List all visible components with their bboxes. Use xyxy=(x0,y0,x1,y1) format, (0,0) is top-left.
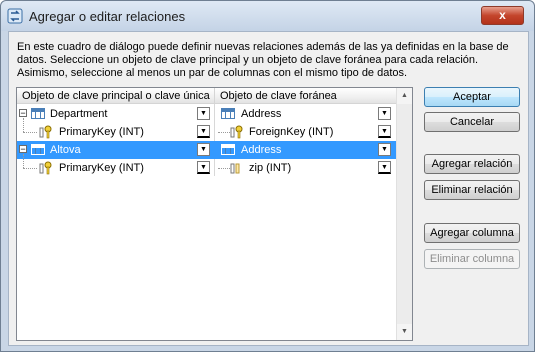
primary-column-label: PrimaryKey (INT) xyxy=(59,162,144,174)
dropdown-arrow-icon[interactable]: ▼ xyxy=(378,125,391,138)
primary-column-cell[interactable]: PrimaryKey (INT) ▼ xyxy=(17,123,214,141)
key-icon xyxy=(39,125,52,139)
primary-object-cell[interactable]: − Department ▼ xyxy=(17,105,214,123)
foreign-column-cell[interactable]: zip (INT) ▼ xyxy=(216,159,396,177)
cancel-button[interactable]: Cancelar xyxy=(424,112,520,132)
dropdown-arrow-icon[interactable]: ▼ xyxy=(197,161,210,174)
foreign-object-cell[interactable]: Address ▼ xyxy=(216,141,396,159)
primary-object-label: Department xyxy=(50,108,108,120)
dropdown-arrow-icon[interactable]: ▼ xyxy=(378,161,391,174)
add-relation-button[interactable]: Agregar relación xyxy=(424,154,520,174)
relation-row-department[interactable]: − Department ▼ Address ▼ xyxy=(17,105,396,123)
dropdown-arrow-icon[interactable]: ▼ xyxy=(197,107,210,120)
header-foreign-key-object[interactable]: Objeto de clave foránea xyxy=(215,88,397,104)
dropdown-arrow-icon[interactable]: ▼ xyxy=(197,125,210,138)
dialog-window: Agregar o editar relaciones x En este cu… xyxy=(0,0,535,352)
scroll-up-arrow-icon[interactable]: ▲ xyxy=(397,88,412,104)
key-icon xyxy=(230,125,243,139)
close-button[interactable]: x xyxy=(481,6,524,25)
table-icon xyxy=(31,108,45,119)
vertical-scrollbar[interactable]: ▲ ▼ xyxy=(396,88,412,340)
accept-button[interactable]: Aceptar xyxy=(424,87,520,107)
foreign-object-label: Address xyxy=(241,108,282,120)
scroll-down-arrow-icon[interactable]: ▼ xyxy=(397,324,412,340)
collapse-icon[interactable]: − xyxy=(19,145,27,154)
dropdown-arrow-icon[interactable]: ▼ xyxy=(378,107,391,120)
relation-row-altova[interactable]: − Altova ▼ Address ▼ xyxy=(17,141,396,159)
table-icon xyxy=(221,144,235,155)
primary-column-label: PrimaryKey (INT) xyxy=(59,126,144,138)
foreign-column-label: zip (INT) xyxy=(249,162,292,174)
dropdown-arrow-icon[interactable]: ▼ xyxy=(197,143,210,156)
collapse-icon[interactable]: − xyxy=(19,109,27,118)
tree-line xyxy=(218,168,230,169)
dialog-body: En este cuadro de diálogo puede definir … xyxy=(8,31,529,346)
key-icon xyxy=(39,161,52,175)
primary-object-label: Altova xyxy=(50,144,81,156)
column-icon xyxy=(230,163,240,174)
primary-column-cell[interactable]: PrimaryKey (INT) ▼ xyxy=(17,159,214,177)
foreign-object-label: Address xyxy=(241,144,282,156)
window-title: Agregar o editar relaciones xyxy=(29,9,186,24)
column-pair-row[interactable]: PrimaryKey (INT) ▼ ForeignKey (INT) ▼ xyxy=(17,118,396,141)
dropdown-arrow-icon[interactable]: ▼ xyxy=(378,143,391,156)
remove-relation-button[interactable]: Eliminar relación xyxy=(424,180,520,200)
foreign-column-label: ForeignKey (INT) xyxy=(249,126,334,138)
foreign-object-cell[interactable]: Address ▼ xyxy=(216,105,396,123)
header-primary-key-object[interactable]: Objeto de clave principal o clave única xyxy=(17,88,215,104)
foreign-column-cell[interactable]: ForeignKey (INT) ▼ xyxy=(216,123,396,141)
table-icon xyxy=(31,144,45,155)
table-icon xyxy=(221,108,235,119)
primary-object-cell[interactable]: − Altova ▼ xyxy=(17,141,214,159)
tree-line xyxy=(218,132,230,133)
add-column-button[interactable]: Agregar columna xyxy=(424,223,520,243)
remove-column-button[interactable]: Eliminar columna xyxy=(424,249,520,269)
relations-grid[interactable]: Objeto de clave principal o clave única … xyxy=(16,87,413,341)
relations-icon xyxy=(7,8,23,24)
column-pair-row[interactable]: PrimaryKey (INT) ▼ zip (INT) ▼ xyxy=(17,154,396,177)
description-text: En este cuadro de diálogo puede definir … xyxy=(17,41,509,79)
title-bar[interactable]: Agregar o editar relaciones x xyxy=(1,1,534,31)
